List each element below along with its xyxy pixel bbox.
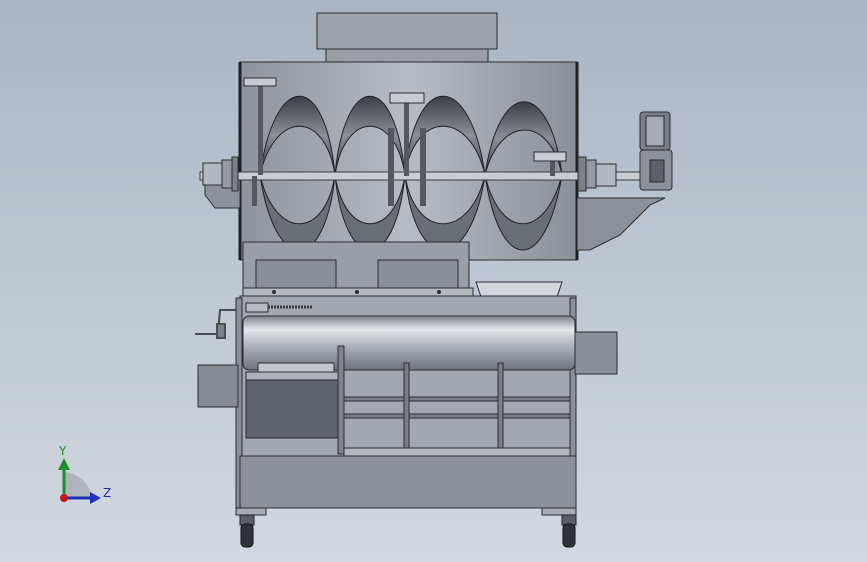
drum-base-panel (242, 241, 474, 297)
control-box (197, 364, 239, 408)
caster-right (561, 514, 577, 548)
x-axis-dot (60, 494, 68, 502)
y-axis-label: Y (58, 444, 67, 458)
orientation-triad: Y Z (58, 444, 111, 504)
z-axis-label: Z (103, 486, 111, 500)
drive-motor (576, 111, 673, 251)
z-axis-arrow (90, 492, 101, 504)
left-bearing (202, 156, 241, 209)
cad-viewport[interactable]: Y Z (0, 0, 867, 562)
caster-left (239, 514, 255, 548)
hand-crank (195, 309, 236, 339)
y-axis-arrow (58, 458, 70, 470)
base-box (235, 455, 577, 516)
